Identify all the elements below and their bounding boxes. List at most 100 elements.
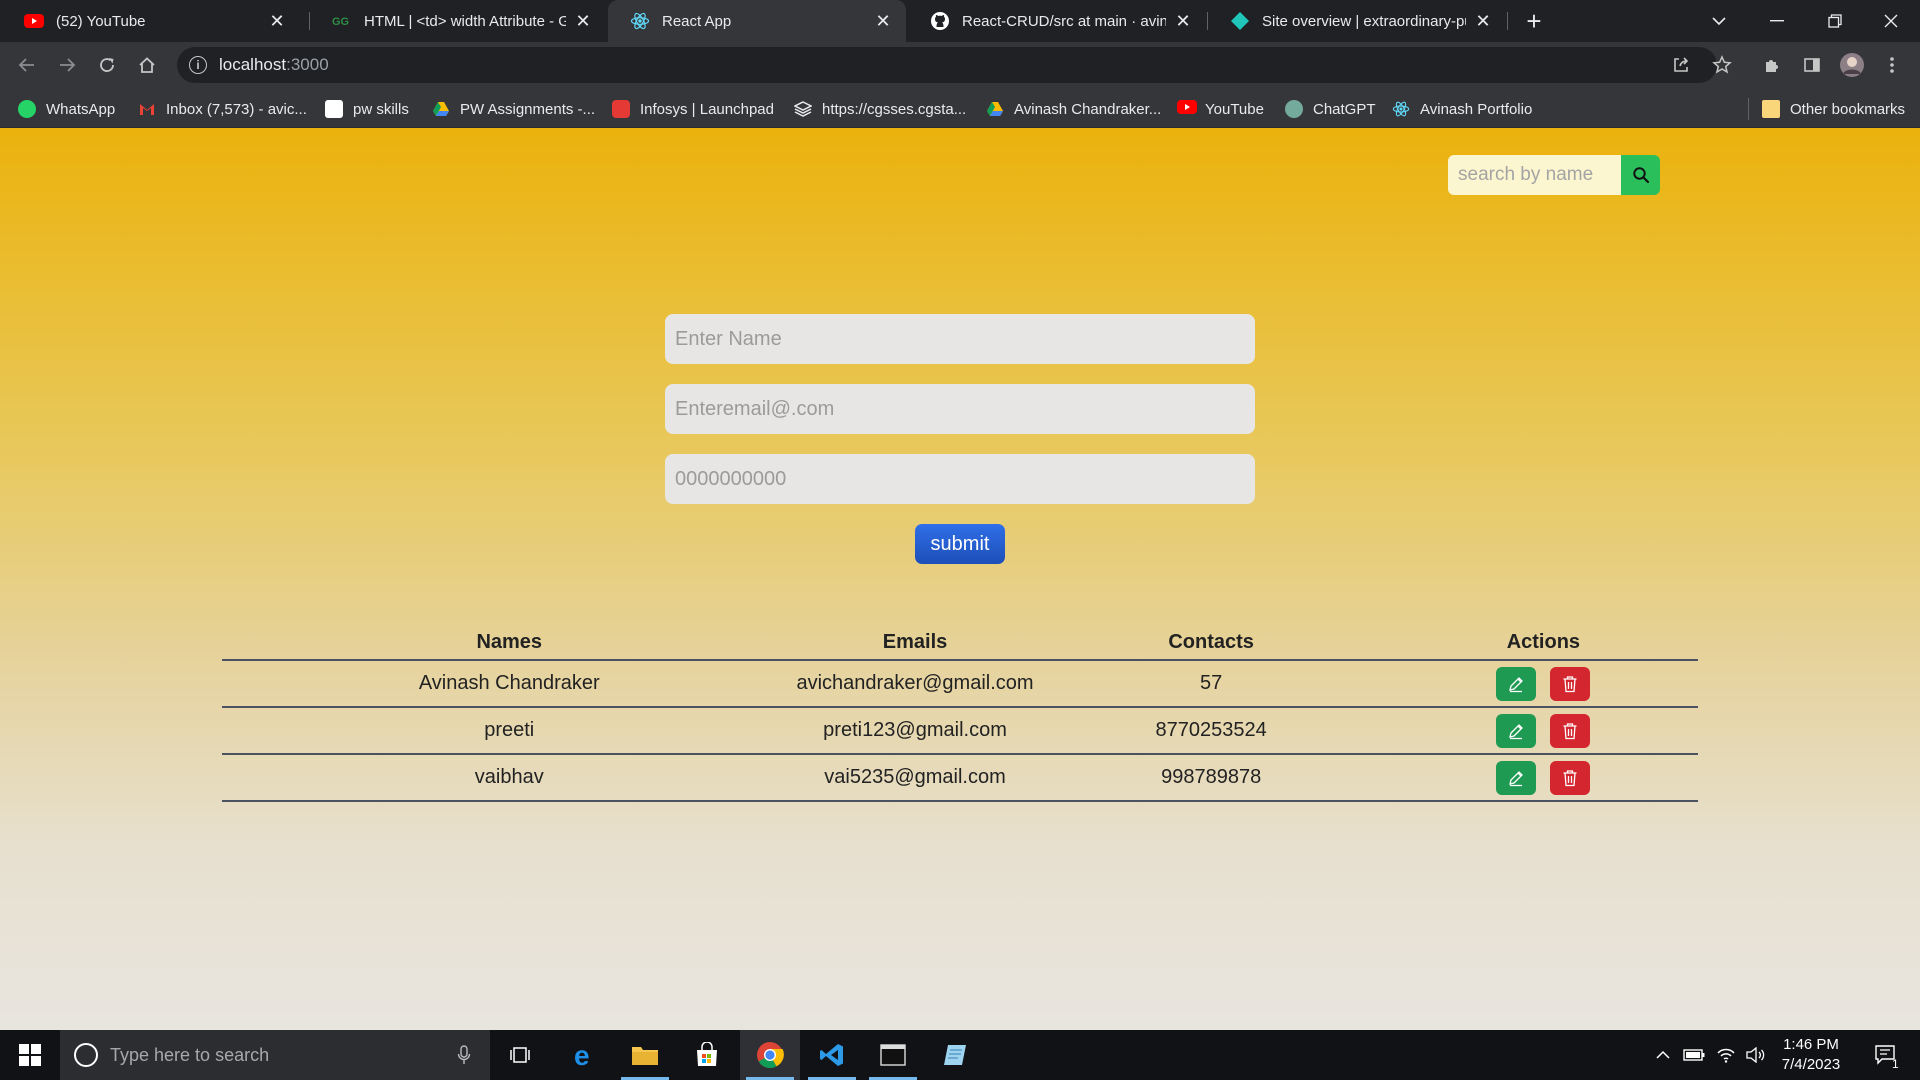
close-icon[interactable]: ✕ [574,11,592,32]
bookmark-star-icon[interactable] [1706,49,1738,81]
terminal-icon[interactable] [863,1030,923,1080]
taskbar-clock[interactable]: 1:46 PM 7/4/2023 [1763,1035,1859,1075]
show-hidden-icons-chevron-icon[interactable] [1652,1030,1674,1080]
delete-button[interactable] [1550,760,1591,795]
notification-count: 1 [1892,1057,1899,1071]
edge-browser-icon[interactable]: e [554,1030,614,1080]
delete-button[interactable] [1550,713,1591,748]
tab-html-td-width[interactable]: GG HTML | <td> width Attribute - Ge ✕ [310,0,606,42]
home-icon[interactable] [131,49,163,81]
windows-taskbar: Type here to search e 1:46 PM 7/4/2023 1 [0,1030,1920,1080]
back-arrow-icon[interactable] [11,49,43,81]
profile-avatar[interactable] [1836,49,1868,81]
new-tab-button[interactable]: + [1519,6,1549,36]
tab-youtube[interactable]: (52) YouTube ✕ [2,0,300,42]
reload-icon[interactable] [91,49,123,81]
infosys-icon [612,100,630,118]
task-view-icon[interactable] [490,1030,550,1080]
forward-arrow-icon[interactable] [51,49,83,81]
file-explorer-icon[interactable] [615,1030,675,1080]
tab-search-chevron-icon[interactable] [1690,0,1748,42]
cell-contact: 8770253524 [1033,707,1389,755]
react-icon [630,11,650,31]
other-bookmarks[interactable]: Other bookmarks [1762,98,1905,120]
contacts-table: Names Emails Contacts Actions Avinash Ch… [222,626,1698,802]
close-icon[interactable]: ✕ [1474,11,1492,32]
taskbar-search-box[interactable]: Type here to search [60,1030,490,1080]
address-bar[interactable]: i localhost:3000 [177,47,1717,83]
search-icon [1632,167,1649,184]
pencil-icon [1509,676,1524,692]
search-bar [1448,155,1660,195]
microphone-icon[interactable] [452,1043,476,1067]
battery-icon[interactable] [1680,1030,1708,1080]
email-field[interactable] [665,384,1255,434]
cell-email: preti123@gmail.com [796,707,1034,755]
close-icon[interactable]: ✕ [268,11,286,32]
svg-text:GG: GG [332,16,349,27]
header-emails: Emails [796,626,1034,661]
bookmarks-divider [1748,98,1749,120]
bookmark-avinash-portfolio[interactable]: Avinash Portfolio [1392,98,1532,120]
bookmark-pw-assignments[interactable]: PW Assignments -... [432,98,595,120]
side-panel-icon[interactable] [1796,49,1828,81]
cell-name: Avinash Chandraker [222,660,797,708]
bookmark-pw-skills[interactable]: pw skills [325,98,409,120]
close-icon[interactable]: ✕ [874,11,892,32]
window-close-icon[interactable] [1862,0,1920,42]
stack-icon [793,100,813,118]
bookmark-label: PW Assignments -... [460,100,596,118]
notepad-app-icon[interactable] [925,1030,985,1080]
bookmark-label: pw skills [353,100,409,118]
table-row: preeti preti123@gmail.com 8770253524 [222,707,1698,755]
windows-logo-icon [19,1044,41,1066]
delete-button[interactable] [1550,666,1591,701]
chrome-icon[interactable] [740,1030,800,1080]
react-app-page: submit Names Emails Contacts Actions Avi… [0,128,1920,1030]
folder-icon [1762,100,1780,118]
contact-field[interactable] [665,454,1255,504]
bookmark-youtube[interactable]: YouTube [1177,98,1264,120]
windows-start-button[interactable] [0,1030,60,1080]
minimize-icon[interactable] [1748,0,1806,42]
vscode-icon[interactable] [802,1030,862,1080]
cortana-icon [74,1043,98,1067]
bookmark-chatgpt[interactable]: ChatGPT [1285,98,1376,120]
site-info-icon[interactable]: i [189,56,207,74]
trash-icon [1563,722,1577,739]
cell-actions [1388,754,1698,802]
bookmark-infosys[interactable]: Infosys | Launchpad [612,98,774,120]
tab-netlify-site-overview[interactable]: Site overview | extraordinary-puff ✕ [1208,0,1506,42]
github-icon [930,11,950,31]
edit-button[interactable] [1496,760,1537,795]
clock-time: 1:46 PM [1783,1036,1839,1053]
submit-button[interactable]: submit [915,524,1005,564]
action-center-button[interactable]: 1 [1862,1030,1912,1080]
bookmark-label: https://cgsses.cgsta... [822,100,967,118]
close-icon[interactable]: ✕ [1174,11,1192,32]
bookmark-cgsses[interactable]: https://cgsses.cgsta... [793,98,967,120]
bookmark-whatsapp[interactable]: WhatsApp [18,98,115,120]
restore-icon[interactable] [1806,0,1864,42]
bookmark-gmail-inbox[interactable]: Inbox (7,573) - avic... [138,98,307,120]
name-field[interactable] [665,314,1255,364]
header-actions: Actions [1388,626,1698,661]
edit-button[interactable] [1496,666,1537,701]
bookmark-avinash-drive[interactable]: Avinash Chandraker... [986,98,1161,120]
edit-button[interactable] [1496,713,1537,748]
microsoft-store-icon[interactable] [677,1030,737,1080]
taskbar-search-placeholder: Type here to search [110,1044,270,1065]
share-icon[interactable] [1665,49,1697,81]
search-button[interactable] [1621,155,1660,195]
search-input[interactable] [1448,155,1621,195]
header-contacts: Contacts [1033,626,1389,661]
contact-form: submit [665,314,1255,564]
extensions-puzzle-icon[interactable] [1756,49,1788,81]
tab-react-app[interactable]: React App ✕ [608,0,906,42]
browser-menu-icon[interactable] [1876,49,1908,81]
geeksforgeeks-icon: GG [332,11,352,31]
tab-github-react-crud[interactable]: React-CRUD/src at main · avinash ✕ [908,0,1206,42]
wifi-icon[interactable] [1712,1030,1740,1080]
cell-actions [1388,660,1698,708]
table-row: Avinash Chandraker avichandraker@gmail.c… [222,660,1698,708]
